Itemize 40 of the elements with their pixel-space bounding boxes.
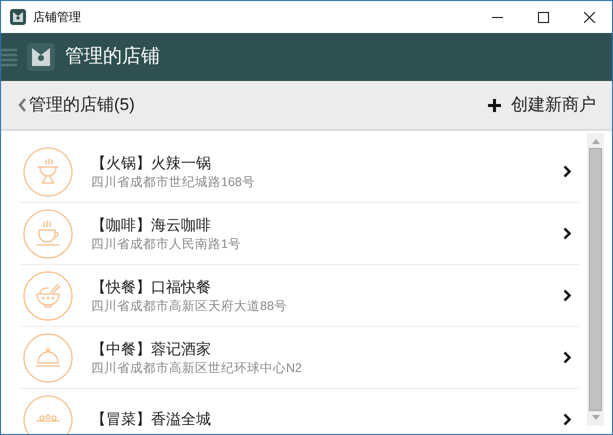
app-icon xyxy=(10,9,26,25)
store-address: 四川省成都市世纪城路168号 xyxy=(91,174,256,190)
store-list-item[interactable]: 【咖啡】海云咖啡 四川省成都市人民南路1号 xyxy=(20,203,579,265)
scroll-down-icon xyxy=(592,415,600,420)
food-icon xyxy=(23,394,73,434)
chevron-right-icon xyxy=(563,351,571,364)
store-list-item[interactable]: 【火锅】火辣一锅 四川省成都市世纪城路168号 xyxy=(20,141,579,203)
maximize-icon xyxy=(538,12,548,22)
food-icon xyxy=(23,270,73,320)
store-address: 四川省成都市高新区天府大道88号 xyxy=(91,298,288,314)
close-icon xyxy=(584,12,594,22)
store-name: 【中餐】蓉记酒家 xyxy=(91,340,212,360)
store-name: 【火锅】火辣一锅 xyxy=(91,154,212,174)
store-list-item[interactable]: 【快餐】口福快餐 四川省成都市高新区天府大道88号 xyxy=(20,265,579,327)
store-name: 【咖啡】海云咖啡 xyxy=(91,216,212,236)
store-name: 【快餐】口福快餐 xyxy=(91,278,212,298)
logo-icon xyxy=(27,43,55,71)
store-address: 四川省成都市高新区世纪环球中心N2 xyxy=(91,360,303,376)
scrollbar[interactable] xyxy=(587,133,604,426)
store-list-item[interactable]: 【冒菜】香溢全城 xyxy=(20,389,579,434)
store-list-item[interactable]: 【中餐】蓉记酒家 四川省成都市高新区世纪环球中心N2 xyxy=(20,327,579,389)
plus-icon xyxy=(488,98,501,112)
back-icon xyxy=(17,98,27,112)
food-icon xyxy=(23,208,73,258)
store-address: 四川省成都市人民南路1号 xyxy=(91,236,242,252)
header-title: 管理的店铺 xyxy=(65,44,160,69)
chevron-right-icon xyxy=(563,413,571,426)
scrollbar-thumb[interactable] xyxy=(589,148,602,411)
back-button[interactable]: 管理的店铺(5) xyxy=(17,92,135,118)
chevron-right-icon xyxy=(563,165,571,178)
chevron-right-icon xyxy=(563,227,571,240)
store-name: 【冒菜】香溢全城 xyxy=(91,410,212,430)
chevron-right-icon xyxy=(563,289,571,302)
menu-icon[interactable] xyxy=(1,47,17,67)
create-merchant-button[interactable]: 创建新商户 xyxy=(488,92,596,118)
food-icon xyxy=(23,146,73,196)
minimize-icon xyxy=(492,16,502,18)
scroll-up-icon xyxy=(592,139,600,144)
food-icon xyxy=(23,332,73,382)
window-title: 店铺管理 xyxy=(33,9,81,26)
